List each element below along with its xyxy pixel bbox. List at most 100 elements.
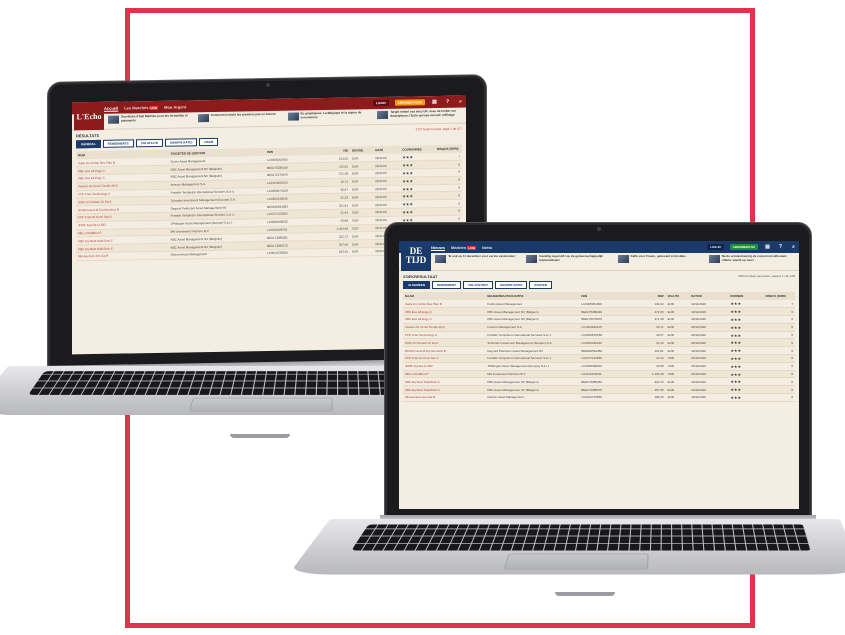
column-header[interactable]: KRONEN (728, 292, 764, 300)
table-cell: 19/11/2020 (689, 385, 729, 395)
column-header[interactable]: NIW (634, 292, 666, 300)
fund-name-link[interactable]: KBC Eco All Engy C (403, 307, 486, 317)
table-cell: 19/11/2020 (689, 393, 729, 402)
table-cell: BE0175280016 (579, 307, 635, 317)
table-row[interactable]: FTIF Fran Technology A Franklin Templeton… (403, 331, 795, 340)
table-row[interactable]: MKLJ ClimBino P MH Investment Partners B.… (403, 370, 795, 379)
table-cell: 6 (763, 354, 795, 363)
table-cell: JPMorgan Asset Management (Europe) S.à r… (485, 362, 580, 371)
rating-stars: ★★★ (728, 393, 764, 402)
table-cell: LU0302446916 (579, 338, 635, 348)
table-cell: KBC Asset Management NV (Belgium) (485, 315, 580, 324)
help-icon[interactable]: ? (777, 244, 784, 251)
right-screen: Nieuws Markten LIVE Netto LOG IN ABONNEER… (399, 241, 799, 509)
tab-sharpe-ratio[interactable]: SHARPE RATIO (494, 281, 528, 289)
news-thumbnail (526, 255, 538, 263)
right-title-row: ZOEKRESULTAAT 2093 fondsen gevonden, pag… (399, 271, 799, 280)
fund-name-link[interactable]: KBC Eco All Engy C (403, 315, 486, 324)
right-fund-table: NAAM BEHEERMAATSCHAPPIJ ISIN NIW VALUTA DATUM… (403, 292, 795, 402)
table-cell: 6 (763, 362, 795, 371)
table-cell: 6 (763, 331, 795, 340)
fund-name-link[interactable]: FTIF Fran Technology A (403, 331, 486, 340)
right-trackpad[interactable] (503, 553, 649, 570)
rating-stars: ★★★ (728, 323, 764, 332)
news-item[interactable]: Kaffe voor Fraem, gebouwd in Ecolabs (617, 254, 704, 268)
table-row[interactable]: Isatis Inv Gl Rel Res Plan B Fuchs Asset … (403, 300, 795, 309)
table-row[interactable]: JPMF Jap Eq A USD JPMorgan Asset Manageme… (403, 362, 795, 371)
table-cell: 19/11/2020 (689, 307, 729, 317)
newspaper-icon[interactable]: ▤ (764, 244, 771, 251)
table-row[interactable]: KBC Eco All Engy C KBC Asset Management N… (403, 315, 795, 324)
fund-name-link[interactable]: DPAM Invest B Eq Demollux B (403, 346, 486, 356)
column-header[interactable]: VALUTA (665, 292, 690, 300)
table-cell: 134,02 (634, 300, 666, 309)
table-cell: Degroof Petercam Asset Management NV (485, 346, 580, 356)
login-button[interactable]: LOG IN (707, 244, 724, 250)
table-cell: EUR (665, 346, 690, 356)
table-cell: 6 (763, 315, 795, 324)
fund-name-link[interactable]: Invesco Gl Consl Trends A(H) (403, 323, 486, 332)
table-cell: 19/11/2020 (689, 315, 729, 324)
news-item[interactable]: 'Ik ook op 11 december voor eerste vacci… (435, 254, 521, 268)
table-row[interactable]: KBC Eq Strat TelekTech C KBC Asset Manage… (403, 385, 795, 395)
table-cell: 20/11/2020 (689, 362, 729, 371)
fund-name-link[interactable]: MKLJ ClimBino P (403, 370, 486, 379)
right-news-strip: 'Ik ook op 11 december voor eerste vacci… (399, 253, 799, 271)
right-nav-markets[interactable]: Markten LIVE (451, 245, 477, 250)
rating-stars: ★★★ (728, 331, 764, 340)
tab-algemeen[interactable]: ALGEMEEN (403, 281, 431, 289)
tab-kosten[interactable]: KOSTEN (529, 281, 552, 289)
table-cell: EUR (665, 331, 690, 340)
table-cell: 6 (763, 346, 795, 356)
table-row[interactable]: FTIF Fran Gl Conv Sec A Franklin Templeto… (403, 354, 795, 363)
column-header[interactable]: ISIN (579, 292, 635, 300)
table-cell: LU0914733059 (579, 393, 635, 402)
fund-name-link[interactable]: Minova Euro Env Eq R (403, 393, 486, 402)
table-cell: 19/11/2020 (689, 346, 729, 356)
column-header[interactable]: RISICO (SRRI) (763, 292, 795, 300)
fund-name-link[interactable]: KBC Eq Strat TelekTech C (403, 385, 486, 395)
table-row[interactable]: Invesco Gl Consl Trends A(H) Invesco Mana… (403, 323, 795, 332)
table-cell: Fuchs Asset Management (485, 300, 580, 309)
table-cell: EUR (665, 315, 690, 324)
column-header[interactable]: DATUM (689, 292, 729, 300)
table-cell: Franklin Templeton International Service… (485, 331, 580, 340)
table-cell: 20/11/2020 (689, 370, 729, 379)
column-header[interactable]: BEHEERMAATSCHAPPIJ (485, 292, 580, 300)
search-icon[interactable]: ⌕ (790, 244, 797, 251)
live-badge: LIVE (467, 245, 477, 250)
table-row[interactable]: DPAM Invest B Eq Demollux B Degroof Peter… (403, 346, 795, 356)
right-nav-netto[interactable]: Netto (482, 245, 492, 250)
tab-volatiliteit[interactable]: VOLATILITEIT (463, 281, 493, 289)
table-cell: EUR (665, 393, 690, 402)
table-cell: 183,45 (634, 393, 666, 402)
table-cell: 19/11/2020 (689, 300, 729, 309)
table-row[interactable]: Minova Euro Env Eq R Ostrum Asset Managem… (403, 393, 795, 402)
rating-stars: ★★★ (728, 385, 764, 395)
table-row[interactable]: SISF Gl Climate Ch Eq A Schroder Investme… (403, 338, 795, 348)
table-cell: 20/11/2020 (689, 323, 729, 332)
tab-rendement[interactable]: RENDEMENT (432, 281, 462, 289)
fund-name-link[interactable]: JPMF Jap Eq A USD (403, 362, 486, 371)
table-cell: 7 (763, 300, 795, 309)
right-nav-news[interactable]: Nieuws (431, 245, 445, 250)
table-row[interactable]: KBC Eq Strat TelekTech C KBC Asset Manage… (403, 377, 795, 387)
table-row[interactable]: KBC Eco All Engy C KBC Asset Management N… (403, 307, 795, 317)
fund-name-link[interactable]: FTIF Fran Gl Conv Sec A (403, 354, 486, 363)
table-cell: USD (665, 354, 690, 363)
right-topbar: Nieuws Markten LIVE Netto LOG IN ABONNEER… (399, 241, 799, 253)
news-item[interactable]: Gezellig nopen EU op de gemeenschappelij… (526, 254, 612, 268)
rating-stars: ★★★ (728, 370, 764, 379)
detijd-logo[interactable]: DE TIJD (401, 241, 431, 271)
news-item[interactable]: Na de schokstraat bij de concurrent afbo… (708, 254, 795, 268)
fund-name-link[interactable]: SISF Gl Climate Ch Eq A (403, 338, 486, 348)
subscribe-button[interactable]: ABONNEER NU (729, 244, 758, 250)
table-cell: EUR (665, 385, 690, 395)
fund-name-link[interactable]: KBC Eq Strat TelekTech C (403, 377, 486, 387)
fund-name-link[interactable]: Isatis Inv Gl Rel Res Plan B (403, 300, 486, 309)
table-cell: 472,65 (634, 307, 666, 317)
table-cell: 6 (763, 323, 795, 332)
right-laptop-base (288, 519, 845, 575)
column-header[interactable]: NAAM (403, 292, 486, 300)
table-cell: 322,72 (634, 377, 666, 387)
